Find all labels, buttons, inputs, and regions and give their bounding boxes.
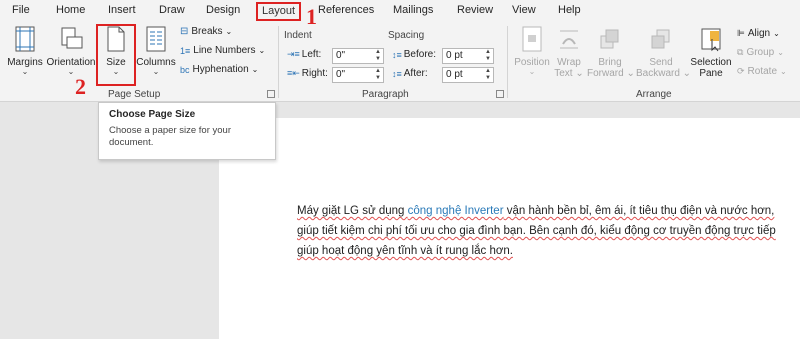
orientation-button[interactable]: Orientation ⌄ <box>46 26 96 76</box>
chevron-down-icon: ⌄ <box>528 67 536 76</box>
chevron-down-icon: ⌄ <box>251 65 259 74</box>
chevron-down-icon: ⌄ <box>777 48 784 57</box>
rotate-icon: ⟳ <box>737 66 745 76</box>
ribbon-tab-bar: File Home Insert Draw Design Layout Refe… <box>0 0 800 22</box>
position-button[interactable]: Position ⌄ <box>512 26 552 76</box>
send-backward-icon <box>651 29 670 49</box>
indent-right-icon: ≡⇤ <box>287 68 300 78</box>
bring-forward-icon <box>600 29 619 49</box>
tab-help[interactable]: Help <box>558 4 581 16</box>
paragraph-group-label: Paragraph <box>362 89 409 100</box>
wrap-text-label-line1: Wrap <box>557 57 581 68</box>
bring-forward-label-line2: Forward ⌄ <box>587 68 635 79</box>
size-tooltip: Choose Page Size Choose a paper size for… <box>98 102 276 160</box>
indent-left-icon: ⇥≡ <box>287 49 300 59</box>
orientation-icon <box>61 27 83 49</box>
tab-draw[interactable]: Draw <box>159 4 185 16</box>
selection-pane-label-line1: Selection <box>690 57 732 68</box>
tooltip-title: Choose Page Size <box>109 109 196 120</box>
spinner-arrows-icon[interactable]: ▲ ▼ <box>485 49 491 63</box>
tab-review[interactable]: Review <box>457 4 493 16</box>
tooltip-body: Choose a paper size for your document. <box>109 125 231 148</box>
chevron-down-icon: ⌄ <box>780 67 787 76</box>
tab-references[interactable]: References <box>318 4 374 16</box>
breaks-icon: ⊟ <box>180 26 189 37</box>
send-backward-label-line1: Send <box>649 57 673 68</box>
indent-caption: Indent <box>284 30 312 41</box>
selection-pane-button[interactable]: Selection Pane <box>688 26 734 79</box>
hyphenation-button[interactable]: bc Hyphenation ⌄ <box>180 64 258 75</box>
wrap-text-button[interactable]: Wrap Text ⌄ <box>553 26 585 79</box>
spacing-before-icon: ↕≡ <box>392 49 402 60</box>
bring-forward-label-line1: Bring <box>598 57 622 68</box>
document-body[interactable]: Máy giặt LG sử dụng công nghệ Inverter v… <box>297 201 789 261</box>
group-button[interactable]: ⧉ Group ⌄ <box>737 47 784 58</box>
chevron-down-icon: ⌄ <box>258 46 266 55</box>
spacing-before-label: ↕≡ Before: <box>392 49 437 60</box>
rotate-button[interactable]: ⟳ Rotate ⌄ <box>737 66 787 77</box>
page-setup-launcher-icon[interactable] <box>267 90 275 98</box>
rotate-label: Rotate <box>747 66 778 77</box>
group-divider <box>507 26 508 98</box>
align-button[interactable]: ⊫ Align ⌄ <box>737 28 780 39</box>
tab-home[interactable]: Home <box>56 4 85 16</box>
size-button-highlight <box>96 24 136 86</box>
send-backward-label-line2: Backward ⌄ <box>636 68 692 79</box>
line-numbers-icon: 1≡ <box>180 45 191 56</box>
spacing-caption: Spacing <box>388 30 425 41</box>
selection-pane-label-line2: Pane <box>699 68 723 79</box>
breaks-button[interactable]: ⊟ Breaks ⌄ <box>180 26 232 37</box>
chevron-down-icon: ⌄ <box>67 67 75 76</box>
line-numbers-button[interactable]: 1≡ Line Numbers ⌄ <box>180 45 265 56</box>
tab-design[interactable]: Design <box>206 4 240 16</box>
spacing-after-label: ↕≡ After: <box>392 68 428 79</box>
step-1-marker: 1 <box>306 4 317 29</box>
chevron-down-icon: ⌄ <box>152 67 160 76</box>
send-backward-button[interactable]: Send Backward ⌄ <box>636 26 692 79</box>
align-label: Align <box>747 28 771 39</box>
margins-icon <box>15 26 35 52</box>
tab-file[interactable]: File <box>12 4 30 16</box>
breaks-label: Breaks <box>191 26 223 37</box>
spinner-arrows-icon[interactable]: ▲ ▼ <box>485 68 491 82</box>
tab-view[interactable]: View <box>512 4 536 16</box>
arrange-group-label: Arrange <box>636 89 672 100</box>
group-icon: ⧉ <box>737 47 744 57</box>
columns-button[interactable]: Columns ⌄ <box>136 26 176 76</box>
document-text: Máy giặt LG sử dụng <box>297 205 408 217</box>
bring-forward-button[interactable]: Bring Forward ⌄ <box>587 26 635 79</box>
wrap-text-icon <box>560 30 578 49</box>
indent-left-label: ⇥≡ Left: <box>287 49 322 60</box>
line-numbers-label: Line Numbers <box>193 45 256 56</box>
document-link[interactable]: công nghệ Inverter <box>408 205 504 217</box>
tab-layout[interactable]: Layout <box>256 2 302 21</box>
hyphenation-icon: bc <box>180 64 190 75</box>
spacing-after-input[interactable]: 0 pt ▲ ▼ <box>442 67 494 83</box>
selection-pane-icon <box>701 28 721 52</box>
step-2-marker: 2 <box>75 74 86 99</box>
tab-insert[interactable]: Insert <box>108 4 136 16</box>
page-setup-group-label: Page Setup <box>108 89 161 100</box>
chevron-down-icon: ⌄ <box>225 27 233 36</box>
indent-right-label: ≡⇤ Right: <box>287 68 328 79</box>
wrap-text-label-line2: Text ⌄ <box>554 68 584 79</box>
paragraph-launcher-icon[interactable] <box>496 90 504 98</box>
tab-mailings[interactable]: Mailings <box>393 4 433 16</box>
group-label: Group <box>746 47 775 58</box>
margins-button[interactable]: Margins ⌄ <box>6 26 44 76</box>
columns-icon <box>146 26 166 52</box>
spacing-after-icon: ↕≡ <box>392 68 402 79</box>
align-icon: ⊫ <box>737 28 745 38</box>
chevron-down-icon: ⌄ <box>21 67 29 76</box>
spinner-arrows-icon[interactable]: ▲ ▼ <box>375 68 381 82</box>
spacing-before-input[interactable]: 0 pt ▲ ▼ <box>442 48 494 64</box>
indent-left-input[interactable]: 0" ▲ ▼ <box>332 48 384 64</box>
position-icon <box>522 26 542 52</box>
spinner-arrows-icon[interactable]: ▲ ▼ <box>375 49 381 63</box>
indent-right-input[interactable]: 0" ▲ ▼ <box>332 67 384 83</box>
group-divider <box>278 26 279 98</box>
hyphenation-label: Hyphenation <box>192 64 249 75</box>
chevron-down-icon: ⌄ <box>773 29 780 38</box>
